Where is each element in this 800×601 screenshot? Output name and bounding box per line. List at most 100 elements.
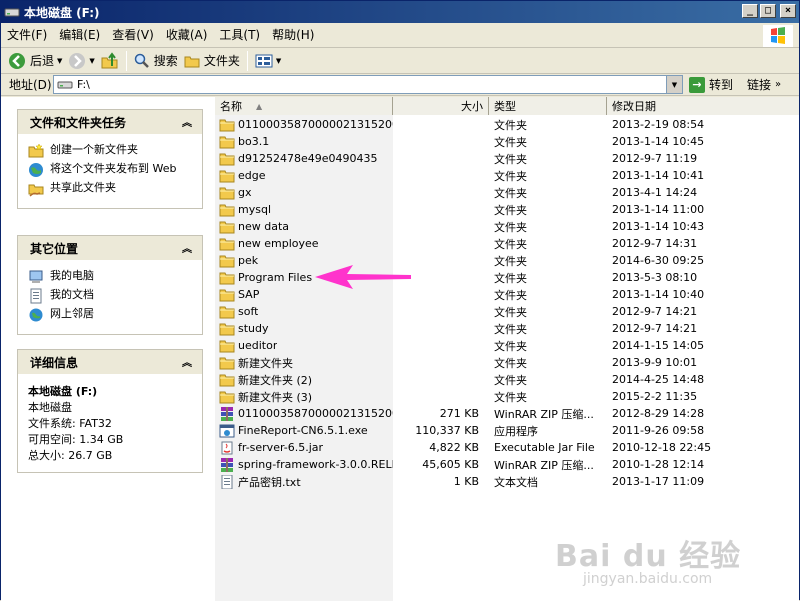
file-name-cell[interactable]: 产品密钥.txt <box>215 474 393 490</box>
search-button[interactable]: 搜索 <box>131 50 181 72</box>
file-row[interactable]: gx 文件夹 2013-4-1 14:24 <box>215 184 799 201</box>
menu-file[interactable]: 文件(F) <box>1 24 53 46</box>
file-name-cell[interactable]: 新建文件夹 <box>215 355 393 371</box>
file-row[interactable]: FineReport-CN6.5.1.exe 110,337 KB 应用程序 2011… <box>215 422 799 439</box>
file-row[interactable]: 新建文件夹 文件夹 2013-9-9 10:01 <box>215 354 799 371</box>
file-name-cell[interactable]: bo3.1 <box>215 135 393 149</box>
file-name-cell[interactable]: 新建文件夹 (3) <box>215 389 393 405</box>
file-row[interactable]: ueditor 文件夹 2014-1-15 14:05 <box>215 337 799 354</box>
winrar-archive-icon <box>221 457 233 472</box>
menu-view[interactable]: 查看(V) <box>106 24 160 46</box>
file-row[interactable]: mysql 文件夹 2013-1-14 11:00 <box>215 201 799 218</box>
address-dropdown-icon[interactable]: ▼ <box>666 76 682 93</box>
file-row[interactable]: new employee 文件夹 2012-9-7 14:31 <box>215 235 799 252</box>
up-folder-button[interactable] <box>98 50 122 72</box>
file-name-cell[interactable]: d91252478e49e0490435 <box>215 152 393 166</box>
collapse-icon[interactable]: ︽ <box>180 114 194 129</box>
file-name: soft <box>238 305 259 318</box>
column-type[interactable]: 类型 <box>489 97 607 115</box>
file-modified: 2012-9-7 14:21 <box>612 322 698 335</box>
file-row[interactable]: 新建文件夹 (3) 文件夹 2015-2-2 11:35 <box>215 388 799 405</box>
file-size: 110,337 KB <box>415 424 479 437</box>
file-type: 文件夹 <box>494 373 527 387</box>
links-button[interactable]: 链接 » <box>747 76 781 93</box>
file-modified: 2013-1-14 10:43 <box>612 220 705 233</box>
go-button[interactable]: → 转到 <box>689 76 733 93</box>
file-name-cell[interactable]: FineReport-CN6.5.1.exe <box>215 424 393 438</box>
collapse-icon[interactable]: ︽ <box>180 354 194 369</box>
file-name: 新建文件夹 (3) <box>238 390 313 404</box>
file-name-cell[interactable]: soft <box>215 305 393 319</box>
menu-edit[interactable]: 编辑(E) <box>53 24 106 46</box>
file-row[interactable]: SAP 文件夹 2013-1-14 10:40 <box>215 286 799 303</box>
file-row[interactable]: study 文件夹 2012-9-7 14:21 <box>215 320 799 337</box>
menu-tools[interactable]: 工具(T) <box>213 24 266 46</box>
column-name[interactable]: 名称 ▲ <box>215 97 393 115</box>
forward-dropdown-icon[interactable]: ▼ <box>89 57 94 65</box>
column-modified[interactable]: 修改日期 <box>607 97 799 115</box>
task-new-folder[interactable]: 创建一个新文件夹 <box>28 143 192 159</box>
file-row[interactable]: new data 文件夹 2013-1-14 10:43 <box>215 218 799 235</box>
place-network[interactable]: 网上邻居 <box>28 307 192 323</box>
file-row[interactable]: 011000358700000213152009E 文件夹 2013-2-19 08… <box>215 116 799 133</box>
file-row[interactable]: pek 文件夹 2014-6-30 09:25 <box>215 252 799 269</box>
file-name-cell[interactable]: edge <box>215 169 393 183</box>
file-name-cell[interactable]: new employee <box>215 237 393 251</box>
file-modified: 2012-9-7 14:21 <box>612 305 698 318</box>
task-publish-web[interactable]: 将这个文件夹发布到 Web <box>28 162 192 178</box>
folder-icon <box>219 289 235 301</box>
file-tasks-header[interactable]: 文件和文件夹任务 ︽ <box>18 110 202 134</box>
collapse-icon[interactable]: ︽ <box>180 240 194 255</box>
folder-icon <box>219 357 235 369</box>
forward-button[interactable]: ▼ <box>65 50 97 72</box>
file-name-cell[interactable]: study <box>215 322 393 336</box>
maximize-button[interactable]: □ <box>760 4 776 18</box>
file-modified: 2013-9-9 10:01 <box>612 356 698 369</box>
folders-button[interactable]: 文件夹 <box>181 50 243 72</box>
sort-ascending-icon: ▲ <box>256 101 263 111</box>
minimize-button[interactable]: _ <box>742 4 758 18</box>
file-size: 1 KB <box>453 475 479 488</box>
file-row[interactable]: Program Files 文件夹 2013-5-3 08:10 <box>215 269 799 286</box>
file-row[interactable]: spring-framework-3.0.0.RELE... 45,605 KB W… <box>215 456 799 473</box>
share-folder-icon <box>28 184 44 197</box>
address-input[interactable]: F:\ ▼ <box>53 75 683 94</box>
address-bar: 地址(D) F:\ ▼ → 转到 链接 » <box>1 74 799 96</box>
other-places-header[interactable]: 其它位置 ︽ <box>18 236 202 260</box>
file-row[interactable]: 011000358700000213152009... 271 KB WinRAR … <box>215 405 799 422</box>
file-type: 文件夹 <box>494 271 527 285</box>
file-row[interactable]: 产品密钥.txt 1 KB 文本文档 2013-1-17 11:09 <box>215 473 799 490</box>
file-name-cell[interactable]: gx <box>215 186 393 200</box>
file-row[interactable]: fr-server-6.5.jar 4,822 KB Executable Jar … <box>215 439 799 456</box>
file-name-cell[interactable]: new data <box>215 220 393 234</box>
file-name-cell[interactable]: fr-server-6.5.jar <box>215 441 393 455</box>
views-dropdown-icon[interactable]: ▼ <box>276 57 281 65</box>
file-name-cell[interactable]: spring-framework-3.0.0.RELE... <box>215 457 393 472</box>
column-size[interactable]: 大小 <box>393 97 489 115</box>
details-header[interactable]: 详细信息 ︽ <box>18 350 202 374</box>
file-type: 文件夹 <box>494 203 527 217</box>
back-button[interactable]: 后退 ▼ <box>5 50 65 72</box>
back-dropdown-icon[interactable]: ▼ <box>57 57 62 65</box>
drive-icon <box>57 81 73 88</box>
menu-help[interactable]: 帮助(H) <box>266 24 320 46</box>
views-button[interactable]: ▼ <box>252 50 284 72</box>
file-row[interactable]: bo3.1 文件夹 2013-1-14 10:45 <box>215 133 799 150</box>
title-bar[interactable]: 本地磁盘 (F:) _ □ × <box>1 1 799 23</box>
menu-favorites[interactable]: 收藏(A) <box>160 24 214 46</box>
file-row[interactable]: soft 文件夹 2012-9-7 14:21 <box>215 303 799 320</box>
file-row[interactable]: 新建文件夹 (2) 文件夹 2014-4-25 14:48 <box>215 371 799 388</box>
file-row[interactable]: edge 文件夹 2013-1-14 10:41 <box>215 167 799 184</box>
file-name-cell[interactable]: mysql <box>215 203 393 217</box>
task-share-folder[interactable]: 共享此文件夹 <box>28 181 192 197</box>
close-button[interactable]: × <box>780 4 796 18</box>
file-row[interactable]: d91252478e49e0490435 文件夹 2012-9-7 11:19 <box>215 150 799 167</box>
file-name-cell[interactable]: ueditor <box>215 339 393 353</box>
file-name-cell[interactable]: 011000358700000213152009E <box>215 118 393 132</box>
file-type: 文件夹 <box>494 186 527 200</box>
place-my-documents[interactable]: 我的文档 <box>28 288 192 304</box>
place-my-computer[interactable]: 我的电脑 <box>28 269 192 285</box>
file-name-cell[interactable]: 新建文件夹 (2) <box>215 372 393 388</box>
file-name-cell[interactable]: 011000358700000213152009... <box>215 406 393 421</box>
address-value: F:\ <box>77 78 90 91</box>
